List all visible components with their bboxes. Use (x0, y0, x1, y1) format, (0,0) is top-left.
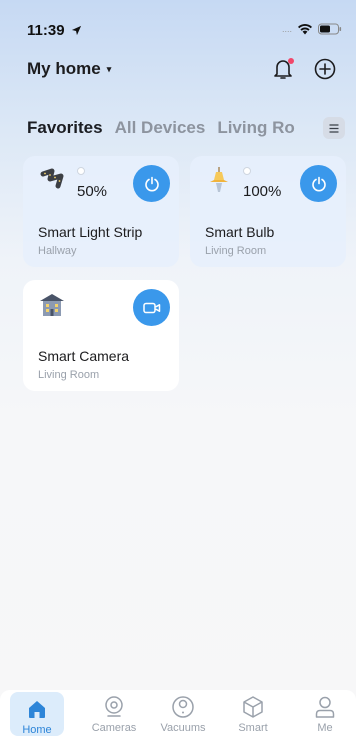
device-card-smart-camera[interactable]: Smart Camera Living Room (23, 280, 179, 391)
home-selector[interactable]: My home ▾ (27, 59, 111, 79)
bulb-icon (210, 167, 228, 192)
nav-label: Vacuums (160, 722, 206, 734)
tab-all-devices[interactable]: All Devices (115, 118, 206, 138)
tab-favorites[interactable]: Favorites (27, 118, 103, 138)
battery-icon (318, 23, 342, 35)
device-name: Smart Light Strip (38, 224, 143, 240)
device-room: Hallway (38, 245, 77, 257)
location-arrow-icon (71, 25, 81, 36)
power-button[interactable] (300, 165, 337, 202)
person-icon (315, 696, 335, 718)
bottom-nav: Home Cameras Vacuums Smart Me (0, 690, 356, 749)
chevron-down-icon: ▾ (106, 63, 112, 74)
brightness-level: 50% (77, 183, 108, 200)
brightness-dot (77, 167, 85, 175)
nav-smart[interactable]: Smart (223, 690, 283, 738)
vacuum-icon (172, 696, 194, 718)
status-indicators: .... (282, 23, 342, 35)
cube-icon (243, 696, 263, 718)
tab-living-room[interactable]: Living Ro (217, 118, 294, 138)
tabs-menu-button[interactable] (323, 117, 345, 139)
brightness-level: 100% (243, 183, 282, 200)
add-circle-icon[interactable] (314, 58, 336, 80)
nav-me[interactable]: Me (295, 690, 355, 738)
power-button[interactable] (133, 165, 170, 202)
wifi-icon (298, 23, 312, 35)
home-icon (29, 701, 45, 718)
nav-label: Home (22, 724, 52, 736)
status-time-text: 11:39 (27, 22, 65, 39)
device-room: Living Room (38, 369, 100, 381)
video-icon (142, 302, 160, 313)
brightness-dot (243, 167, 251, 175)
status-time: 11:39 (27, 22, 82, 39)
nav-vacuums[interactable]: Vacuums (153, 690, 213, 738)
room-tabs: Favorites All Devices Living Ro (27, 118, 347, 142)
nav-label: Me (317, 722, 333, 734)
nav-label: Cameras (91, 722, 137, 734)
light-strip-icon (40, 168, 64, 189)
status-bar: 11:39 .... (0, 0, 356, 44)
device-card-light-strip[interactable]: 50% Smart Light Strip Hallway (23, 156, 179, 267)
home-name: My home (27, 59, 101, 78)
camera-icon (105, 696, 123, 717)
notifications-button[interactable] (272, 57, 294, 81)
nav-cameras[interactable]: Cameras (84, 690, 144, 738)
nav-label: Smart (238, 722, 268, 734)
device-card-smart-bulb[interactable]: 100% Smart Bulb Living Room (190, 156, 346, 267)
power-icon (144, 176, 159, 191)
device-name: Smart Bulb (205, 224, 275, 240)
power-icon (311, 176, 326, 191)
device-name: Smart Camera (38, 348, 130, 364)
live-view-button[interactable] (133, 289, 170, 326)
menu-icon (329, 123, 339, 133)
nav-home[interactable]: Home (10, 692, 64, 736)
header-actions (272, 57, 336, 81)
notification-badge (288, 58, 294, 64)
device-room: Living Room (205, 245, 267, 257)
signal-dots: .... (281, 24, 292, 34)
camera-house-icon (40, 294, 64, 316)
